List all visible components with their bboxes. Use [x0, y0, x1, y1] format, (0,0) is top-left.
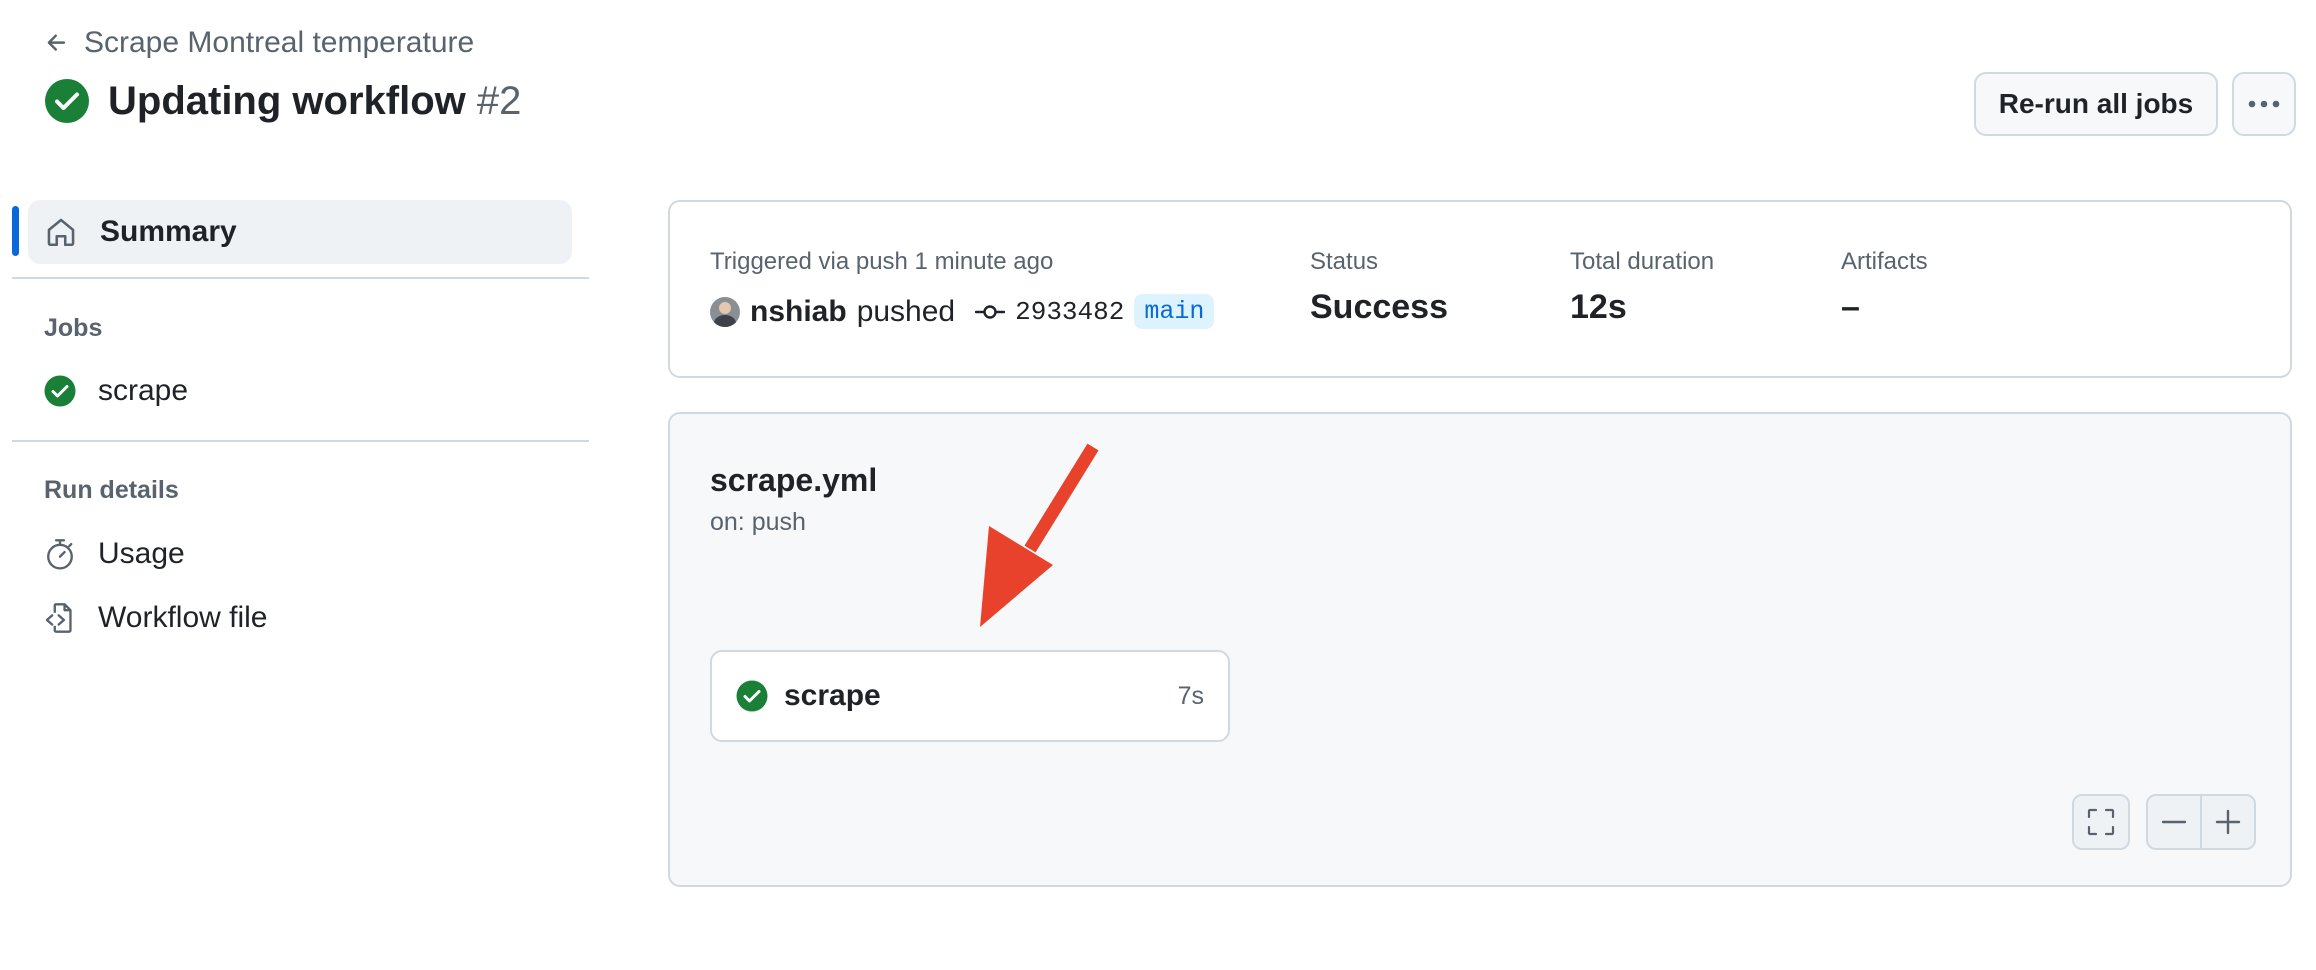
screen-full-icon: [2087, 808, 2115, 836]
success-check-icon: [44, 375, 76, 407]
kebab-horizontal-icon: [2248, 100, 2280, 108]
sidebar-item-workflow-file[interactable]: Workflow file: [44, 601, 267, 635]
back-link-label: Scrape Montreal temperature: [84, 26, 475, 59]
success-check-icon: [736, 680, 768, 712]
jobs-heading: Jobs: [44, 314, 103, 342]
git-commit-icon: [975, 304, 1006, 319]
arrow-left-icon: [47, 34, 66, 51]
trigger-details: nshiab pushed 2933482 main: [710, 294, 1215, 329]
sidebar-item-usage[interactable]: Usage: [44, 537, 185, 571]
run-number: #2: [476, 78, 522, 123]
workflow-trigger: on: push: [710, 508, 806, 536]
artifacts-value: –: [1841, 288, 1860, 326]
run-title-text: Updating workflow: [108, 78, 466, 123]
job-node-name: scrape: [784, 679, 881, 712]
stopwatch-icon: [47, 539, 73, 570]
commit-sha-link[interactable]: 2933482: [1015, 297, 1124, 327]
back-link[interactable]: Scrape Montreal temperature: [44, 26, 474, 60]
minus-icon: [2161, 820, 2187, 824]
status-label: Status: [1310, 248, 1379, 275]
workflow-graph: scrape.yml on: push scrape 7s: [668, 412, 2292, 887]
sidebar-divider: [12, 277, 589, 279]
sidebar-item-workflow-file-label: Workflow file: [98, 601, 268, 634]
action-text: pushed: [856, 294, 956, 328]
fullscreen-button[interactable]: [2072, 794, 2130, 850]
active-indicator: [12, 206, 19, 256]
home-icon: [47, 218, 75, 247]
actor-link[interactable]: nshiab: [750, 295, 847, 329]
run-summary-card: Triggered via push 1 minute ago nshiab p…: [668, 200, 2292, 378]
artifacts-label: Artifacts: [1841, 248, 1928, 275]
file-code-icon: [45, 603, 72, 633]
sidebar-divider: [12, 440, 589, 442]
run-details-heading: Run details: [44, 476, 179, 504]
page-title: Updating workflow #2: [44, 78, 521, 124]
duration-value: 12s: [1570, 288, 1627, 326]
status-value: Success: [1310, 288, 1448, 326]
zoom-in-button[interactable]: [2200, 794, 2256, 850]
job-node-scrape[interactable]: scrape 7s: [710, 650, 1230, 742]
sidebar-item-summary-label: Summary: [100, 215, 237, 248]
sidebar-item-job-scrape[interactable]: scrape: [44, 374, 188, 408]
workflow-file-name[interactable]: scrape.yml: [710, 462, 877, 499]
job-node-duration: 7s: [1177, 681, 1204, 710]
zoom-out-button[interactable]: [2146, 794, 2202, 850]
avatar[interactable]: [710, 296, 740, 327]
sidebar-item-usage-label: Usage: [98, 537, 185, 570]
job-label: scrape: [98, 374, 189, 407]
branch-badge[interactable]: main: [1134, 294, 1215, 329]
plus-icon: [2215, 809, 2241, 835]
success-check-icon: [45, 79, 89, 123]
run-title: Updating workflow #2: [108, 79, 521, 124]
sidebar-item-summary[interactable]: Summary: [28, 200, 572, 264]
more-options-button[interactable]: [2232, 72, 2296, 136]
trigger-text: Triggered via push 1 minute ago: [710, 248, 1054, 275]
rerun-all-jobs-button[interactable]: Re-run all jobs: [1974, 72, 2218, 136]
duration-label: Total duration: [1570, 248, 1715, 275]
